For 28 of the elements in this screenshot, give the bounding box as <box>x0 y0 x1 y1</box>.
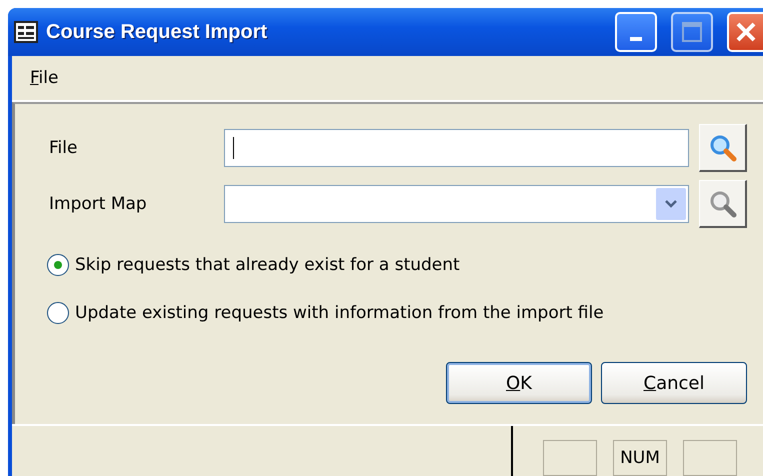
radio-label: Update existing requests with information from the import file <box>75 303 604 323</box>
radio-button[interactable] <box>47 302 69 324</box>
field-label: File <box>49 138 78 158</box>
maximize-icon <box>681 21 703 43</box>
radio-button[interactable] <box>47 254 69 276</box>
input-field[interactable] <box>224 129 690 167</box>
search-button[interactable] <box>699 124 748 172</box>
radio-option[interactable]: Skip requests that already exist for a student <box>47 246 747 284</box>
close-button[interactable] <box>727 12 763 52</box>
search-icon <box>708 188 738 218</box>
search-button[interactable] <box>699 180 748 228</box>
status-panel <box>683 440 737 476</box>
window-title: Course Request Import <box>46 20 268 44</box>
field-label: Import Map <box>49 194 148 214</box>
radio-label: Skip requests that already exist for a student <box>75 255 460 275</box>
minimize-icon <box>630 37 642 41</box>
search-icon <box>708 132 738 162</box>
maximize-button[interactable] <box>671 12 713 52</box>
close-icon <box>735 21 757 43</box>
status-indicator: NUM <box>613 440 667 476</box>
minimize-button[interactable] <box>615 12 657 52</box>
status-panel <box>543 440 597 476</box>
dialog-button[interactable]: Cancel <box>601 362 747 404</box>
app-icon <box>14 21 38 43</box>
dropdown-field[interactable] <box>224 185 690 223</box>
radio-option[interactable]: Update existing requests with information from the import file <box>47 294 747 332</box>
menu-item[interactable]: File <box>30 68 58 88</box>
dialog-button[interactable]: OK <box>446 362 592 404</box>
